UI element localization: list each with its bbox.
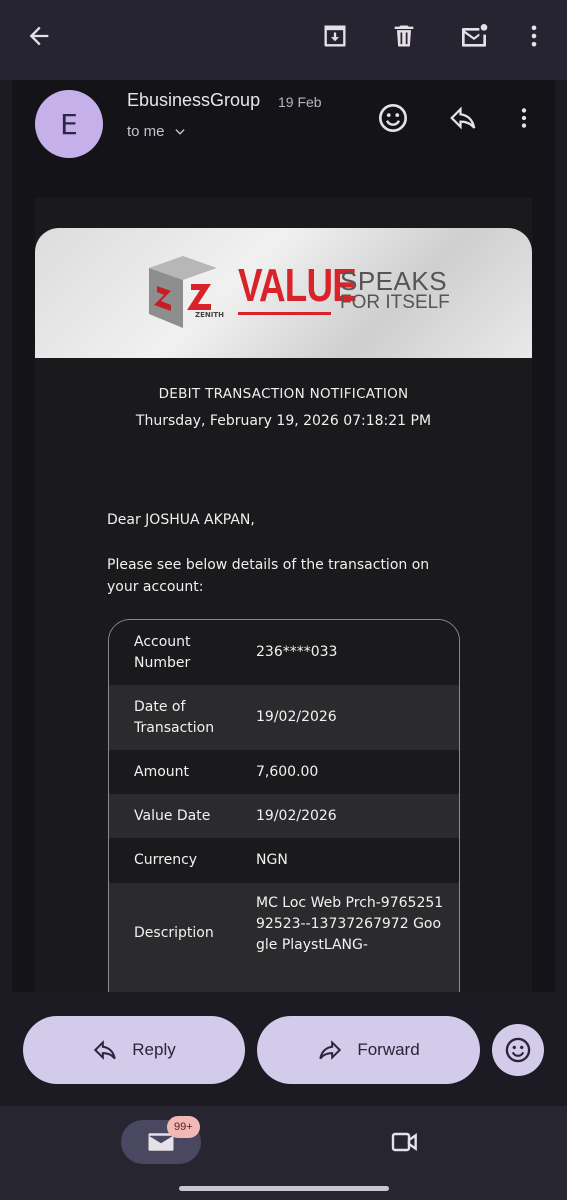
greeting: Dear JOSHUA AKPAN,	[107, 512, 255, 528]
banner-for-itself: FOR ITSELF	[340, 292, 450, 313]
table-row: Date of Transaction 19/02/2026	[109, 685, 459, 750]
row-label: Currency	[134, 852, 198, 868]
notification-title: DEBIT TRANSACTION NOTIFICATION	[158, 386, 409, 402]
table-row: Description MC Loc Web Prch-976525192523…	[109, 883, 459, 992]
banner-underline	[238, 312, 331, 315]
recipient-toggle[interactable]: to me	[127, 123, 187, 140]
banner-value-word: VALUE	[238, 259, 357, 311]
forward-button[interactable]: Forward	[257, 1016, 480, 1084]
back-button[interactable]	[19, 16, 59, 56]
mark-unread-icon	[462, 24, 488, 47]
row-label: Amount	[134, 763, 190, 780]
logo-zenith-text: ZENITH	[195, 311, 224, 319]
email-body: ZENITH VALUE SPEAKS FOR ITSELF DEBIT TRA…	[35, 198, 532, 992]
emoji-react-button[interactable]	[492, 1024, 544, 1076]
video-camera-icon	[391, 1132, 417, 1152]
zenith-banner: ZENITH VALUE SPEAKS FOR ITSELF	[35, 228, 532, 358]
archive-icon	[324, 25, 346, 47]
row-value: 7,600.00	[256, 763, 319, 780]
smiley-icon	[379, 104, 407, 132]
row-label: Date of Transaction	[134, 698, 215, 736]
table-row: Account Number 236****033	[109, 620, 459, 685]
forward-label: Forward	[357, 1040, 420, 1059]
table-row: Currency NGN	[109, 838, 459, 883]
more-vert-icon	[521, 108, 527, 128]
more-vert-icon	[531, 25, 537, 47]
row-label: Account Number	[134, 633, 191, 671]
top-app-bar	[0, 0, 567, 80]
email-content[interactable]: E EbusinessGroup 19 Feb to me ZENITH VAL…	[12, 80, 555, 992]
chevron-down-icon	[174, 128, 185, 135]
trash-icon	[394, 25, 414, 47]
delete-button[interactable]	[384, 16, 424, 56]
zenith-logo-icon	[149, 256, 217, 328]
mark-unread-button[interactable]	[454, 16, 494, 56]
sender-avatar[interactable]: E	[35, 90, 103, 158]
reply-icon	[94, 1040, 116, 1060]
row-value: 236****033	[256, 644, 338, 660]
row-label: Value Date	[134, 807, 211, 824]
intro-text: Please see below details of the transact…	[107, 557, 430, 595]
transaction-table: Account Number 236****033 Date of Transa…	[108, 619, 460, 992]
sender-name[interactable]: EbusinessGroup	[127, 90, 260, 111]
mail-count-badge: 99+	[167, 1116, 200, 1138]
reply-button[interactable]: Reply	[23, 1016, 245, 1084]
forward-icon	[319, 1040, 342, 1060]
table-row: Amount 7,600.00	[109, 750, 459, 794]
gesture-home-bar[interactable]	[179, 1186, 389, 1191]
reply-icon	[450, 106, 476, 130]
table-row: Value Date 19/02/2026	[109, 794, 459, 838]
bottom-navigation: 99+	[0, 1106, 567, 1200]
arrow-left-icon	[29, 26, 49, 46]
more-options-button[interactable]	[514, 16, 554, 56]
message-more-button[interactable]	[504, 98, 544, 138]
reply-label: Reply	[132, 1040, 176, 1059]
smiley-icon	[505, 1037, 531, 1063]
row-value: 19/02/2026	[256, 709, 337, 725]
email-date: 19 Feb	[278, 94, 322, 110]
row-label: Description	[134, 925, 214, 941]
row-value: 19/02/2026	[256, 807, 337, 824]
reply-header-button[interactable]	[443, 98, 483, 138]
react-emoji-button[interactable]	[373, 98, 413, 138]
row-value: MC Loc Web Prch-976525192523--1373726797…	[256, 895, 444, 953]
archive-button[interactable]	[315, 16, 355, 56]
recipient-label: to me	[127, 123, 165, 140]
row-value: NGN	[256, 852, 288, 868]
nav-meet-tab[interactable]	[385, 1124, 425, 1160]
notification-timestamp: Thursday, February 19, 2026 07:18:21 PM	[135, 413, 432, 429]
